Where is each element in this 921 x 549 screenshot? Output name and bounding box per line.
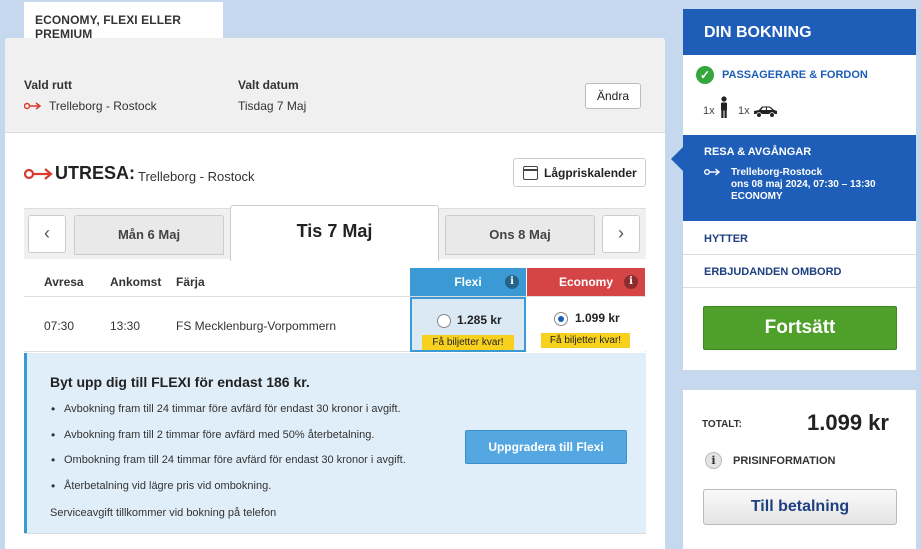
flexi-upsell: Byt upp dig till FLEXI för endast 186 kr…	[24, 353, 646, 533]
total-panel: TOTALT: 1.099 kr i PRISINFORMATION Till …	[683, 390, 916, 549]
person-icon	[721, 96, 727, 118]
passenger-count: 1x	[703, 105, 715, 117]
flexi-availability-badge: Få biljetter kvar!	[422, 335, 514, 350]
route-summary-bar: Vald rutt Trelleborg - Rostock Valt datu…	[5, 38, 665, 133]
departures-table-header: Avresa Ankomst Färja Flexi i Economy i	[24, 259, 646, 297]
outward-arrow-icon	[24, 168, 53, 180]
header-ferry: Färja	[176, 275, 205, 289]
arrive-time: 13:30	[110, 319, 141, 333]
vehicle-count: 1x	[738, 105, 750, 117]
info-icon[interactable]: i	[505, 275, 519, 289]
continue-button[interactable]: Fortsätt	[703, 306, 897, 350]
date-label: Valt datum	[238, 78, 299, 92]
info-icon[interactable]: i	[624, 275, 638, 289]
booking-summary-panel: DIN BOKNING ✓ PASSAGERARE & FORDON 1x 1x…	[671, 9, 916, 370]
upsell-benefits: Avbokning fram till 24 timmar före avfär…	[50, 402, 406, 506]
step-trip-departures[interactable]: RESA & AVGÅNGAR Trelleborg-Rostock ons 0…	[671, 135, 916, 221]
car-icon	[754, 106, 777, 118]
booking-title: DIN BOKNING	[683, 9, 916, 55]
chevron-right-icon[interactable]: ›	[602, 215, 640, 253]
header-arrive: Ankomst	[110, 275, 162, 289]
list-item: Ombokning fram till 24 timmar före avfär…	[50, 453, 406, 480]
flexi-fare-option[interactable]: 1.285 kr Få biljetter kvar!	[410, 297, 526, 352]
step-passengers-vehicles[interactable]: PASSAGERARE & FORDON	[722, 69, 868, 81]
ferry-name: FS Mecklenburg-Vorpommern	[176, 319, 337, 333]
step-trip-departures-label: RESA & AVGÅNGAR	[704, 146, 812, 158]
info-icon[interactable]: i	[705, 452, 722, 469]
economy-price: 1.099 kr	[575, 311, 620, 325]
route-label: Vald rutt	[24, 78, 73, 92]
upgrade-to-flexi-button[interactable]: Uppgradera till Flexi	[465, 430, 627, 464]
table-row: 07:30 13:30 FS Mecklenburg-Vorpommern 1.…	[24, 297, 646, 352]
lowprice-calendar-button[interactable]: Lågpriskalender	[513, 158, 646, 187]
fare-type-tab[interactable]: ECONOMY, FLEXI ELLER PREMIUM	[24, 2, 223, 41]
outward-route: Trelleborg - Rostock	[138, 169, 255, 184]
upsell-note: Serviceavgift tillkommer vid bokning på …	[50, 507, 277, 519]
route-arrow-icon	[704, 168, 721, 176]
calendar-icon	[523, 166, 538, 180]
upsell-title: Byt upp dig till FLEXI för endast 186 kr…	[50, 374, 310, 390]
step-cabins[interactable]: HYTTER	[683, 221, 916, 255]
date-strip: ‹ Mån 6 Maj Tis 7 Maj Ons 8 Maj ›	[24, 205, 646, 261]
economy-radio[interactable]	[554, 312, 568, 326]
header-economy-label: Economy	[558, 275, 613, 289]
economy-fare-option[interactable]: 1.099 kr Få biljetter kvar!	[527, 297, 645, 352]
flexi-price: 1.285 kr	[457, 313, 502, 327]
to-payment-button[interactable]: Till betalning	[703, 489, 897, 525]
depart-time: 07:30	[44, 319, 75, 333]
date-tab-prev[interactable]: Mån 6 Maj	[74, 215, 224, 255]
price-information-link[interactable]: PRISINFORMATION	[733, 455, 835, 467]
header-flexi-label: Flexi	[454, 275, 482, 289]
step-onboard-offers[interactable]: ERBJUDANDEN OMBORD	[683, 255, 916, 288]
total-value: 1.099 kr	[807, 410, 889, 435]
total-label: TOTALT:	[702, 419, 742, 430]
date-tab-next[interactable]: Ons 8 Maj	[445, 215, 595, 255]
route-value: Trelleborg - Rostock	[49, 99, 157, 113]
list-item: Återbetalning vid lägre pris vid ombokni…	[50, 479, 406, 506]
selected-fare-class: ECONOMY	[731, 191, 783, 202]
selected-route: Trelleborg-Rostock	[731, 167, 823, 178]
lowprice-calendar-label: Lågpriskalender	[544, 165, 637, 180]
main-panel: Vald rutt Trelleborg - Rostock Valt datu…	[5, 38, 665, 549]
selected-departure-time: ons 08 maj 2024, 07:30 – 13:30	[731, 179, 876, 190]
chevron-left-icon[interactable]: ‹	[28, 215, 66, 253]
table-row-partial	[24, 533, 646, 549]
current-step-indicator	[671, 147, 683, 171]
flexi-radio[interactable]	[437, 314, 451, 328]
header-depart: Avresa	[44, 275, 84, 289]
header-economy: Economy i	[527, 268, 645, 296]
date-value: Tisdag 7 Maj	[238, 99, 307, 113]
route-arrow-icon	[24, 102, 42, 110]
list-item: Avbokning fram till 24 timmar före avfär…	[50, 402, 406, 429]
outward-title: UTRESA:	[55, 163, 135, 183]
change-button[interactable]: Ändra	[585, 83, 641, 109]
date-tab-current[interactable]: Tis 7 Maj	[230, 205, 439, 261]
list-item: Avbokning fram till 2 timmar före avfärd…	[50, 428, 406, 455]
economy-availability-badge: Få biljetter kvar!	[541, 333, 630, 348]
header-flexi: Flexi i	[410, 268, 526, 296]
checkmark-icon: ✓	[696, 66, 714, 84]
